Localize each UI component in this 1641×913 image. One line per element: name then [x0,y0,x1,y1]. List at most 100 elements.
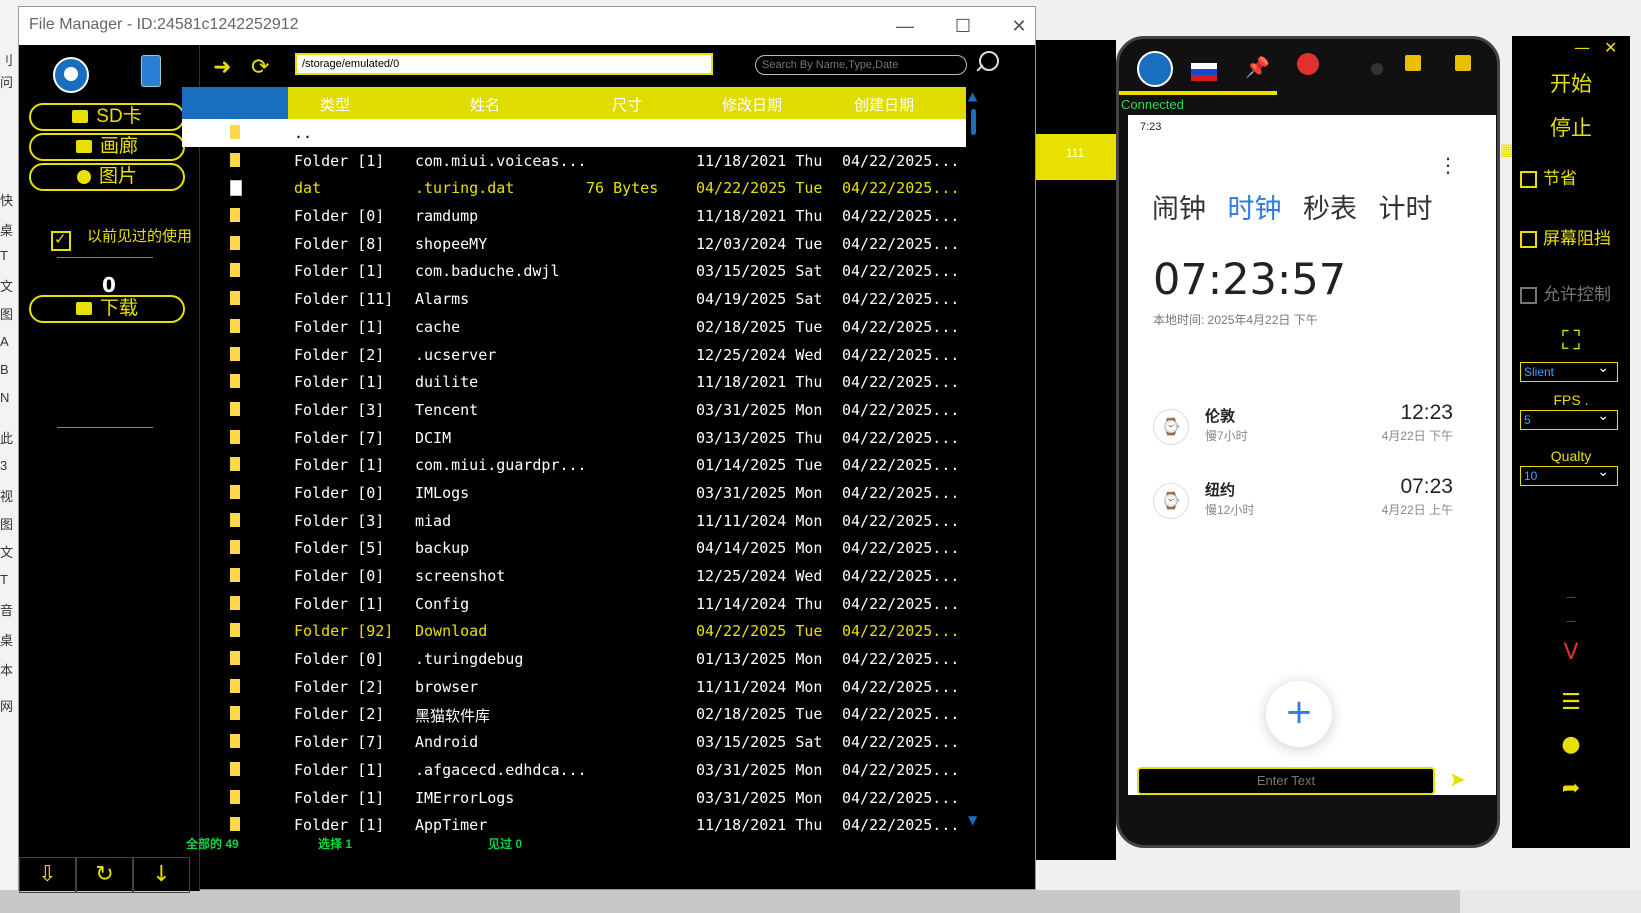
more-options-icon[interactable]: ⋮ [1438,153,1458,177]
cell-created: 04/22/2025... [842,317,960,336]
download-button[interactable]: 下载 [29,295,185,323]
back-icon[interactable]: ➜ [213,55,231,80]
title-bar[interactable]: File Manager - ID:24581c1242252912 — ☐ ✕ [19,7,1035,45]
phone-icon[interactable] [141,55,161,87]
file-row[interactable]: Folder [3] Tencent 03/31/2025 Mon 04/22/202… [182,396,966,424]
quality-select[interactable]: 10 [1520,463,1618,486]
screen-crop-icon[interactable]: ⛶ [1512,326,1630,357]
file-row[interactable]: Folder [1] com.baduche.dwjl 03/15/2025 Sat… [182,257,966,285]
minimize-icon[interactable]: — [1574,38,1590,57]
vip-icon[interactable]: V [1512,640,1630,665]
file-row[interactable]: Folder [1] duilite 11/18/2021 Thu 04/22/202… [182,368,966,396]
cell-name: .afgacecd.edhdca... [415,760,587,779]
tab-timer[interactable]: 计时 [1379,194,1433,224]
add-city-button[interactable]: + [1266,681,1332,747]
cell-created: 04/22/2025... [842,483,960,502]
file-row[interactable]: Folder [1] AppTimer 11/18/2021 Thu 04/22/20… [182,811,966,834]
file-row[interactable]: Folder [0] screenshot 12/25/2024 Wed 04/22/… [182,562,966,590]
cell-name: Download [415,622,488,641]
close-button[interactable]: ✕ [999,13,1039,39]
file-row[interactable]: dat .turing.dat 76 Bytes 04/22/2025 Tue 04/2… [182,174,966,202]
circle-icon[interactable]: ● [1512,732,1630,757]
bell-icon[interactable] [1297,53,1319,75]
file-row[interactable]: Folder [7] DCIM 03/13/2025 Thu 04/22/2025..… [182,424,966,452]
column-size[interactable]: 尺寸 [612,94,642,115]
folder-icon [230,568,240,582]
pictures-button[interactable]: 图片 [29,163,185,191]
file-row[interactable]: Folder [1] .afgacecd.edhdca... 03/31/2025 … [182,756,966,784]
search-icon[interactable] [979,51,999,71]
header-selected-cell[interactable] [182,87,288,119]
refresh-icon[interactable]: ↻ [76,857,133,893]
maximize-button[interactable]: ☐ [943,13,983,39]
unlock-icon[interactable] [1405,55,1421,71]
clock-face-icon: ⌚ [1153,409,1189,445]
taskbar-scrollbar[interactable] [0,890,1460,913]
file-row[interactable]: .. [182,119,966,147]
file-row[interactable]: Folder [2] .ucserver 12/25/2024 Wed 04/22/2… [182,341,966,369]
file-row[interactable]: Folder [2] 黑猫软件库 02/18/2025 Tue 04/22/2025.… [182,700,966,728]
menu-icon[interactable]: ☰ [1512,690,1630,715]
file-row[interactable]: Folder [0] ramdump 11/18/2021 Thu 04/22/202… [182,202,966,230]
phone-screen[interactable]: 7:23 ⋮ 闹钟 时钟 秒表 计时 07:23:57 本地时间: 2025年4… [1128,115,1496,795]
close-icon[interactable]: ✕ [1604,38,1617,57]
file-row[interactable]: Folder [7] Android 03/15/2025 Sat 04/22/202… [182,728,966,756]
tab-clock[interactable]: 时钟 [1228,194,1282,224]
enter-text-input[interactable]: Enter Text [1137,767,1435,795]
cell-name: AppTimer [415,816,488,834]
lock-icon[interactable] [1455,55,1471,71]
column-modified[interactable]: 修改日期 [722,94,782,115]
folder-icon [230,125,240,139]
arrow-down-icon[interactable]: ↓ [133,857,190,893]
allow-control-checkbox[interactable]: 允许控制 [1520,280,1611,305]
screen-block-checkbox[interactable]: 屏幕阻挡 [1520,224,1611,249]
file-row[interactable]: Folder [3] miad 11/11/2024 Mon 04/22/2025..… [182,507,966,535]
list-scrollbar[interactable]: ▲ ▼ [966,87,980,834]
file-list: .. Folder [1] com.miui.voiceas... 11/18/202… [182,119,966,834]
cell-type: Folder [1] [294,788,385,807]
reload-icon[interactable]: ⟳ [251,55,269,80]
tab-alarm[interactable]: 闹钟 [1152,194,1206,224]
tab-stopwatch[interactable]: 秒表 [1303,194,1357,224]
file-row[interactable]: Folder [92] Download 04/22/2025 Tue 04/22/2… [182,617,966,645]
minimize-button[interactable]: — [885,13,925,39]
bg-label: 音 [0,603,14,618]
column-type[interactable]: 类型 [320,94,350,115]
save-checkbox[interactable]: 节省 [1520,164,1577,189]
path-input[interactable]: /storage/emulated/0 [295,53,713,75]
clock-face-icon: ⌚ [1153,483,1189,519]
cell-name: miad [415,511,452,530]
file-row[interactable]: Folder [2] browser 11/11/2024 Mon 04/22/202… [182,673,966,701]
file-row[interactable]: Folder [0] .turingdebug 01/13/2025 Mon 04/2… [182,645,966,673]
seen-checkbox[interactable] [51,230,71,251]
send-icon[interactable]: ➤ [1449,767,1466,791]
russia-flag-icon[interactable] [1191,63,1217,81]
column-name[interactable]: 姓名 [470,94,500,115]
fps-select[interactable]: 5 [1520,407,1618,430]
file-row[interactable]: Folder [11] Alarms 04/19/2025 Sat 04/22/202… [182,285,966,313]
file-row[interactable]: Folder [1] com.miui.voiceas... 11/18/2021 … [182,147,966,175]
world-clock-new-york[interactable]: ⌚ 纽约 慢12小时 07:23 4月22日 上午 [1153,475,1453,519]
mode-select[interactable]: Slient [1520,359,1618,382]
file-row[interactable]: Folder [0] IMLogs 03/31/2025 Mon 04/22/2025… [182,479,966,507]
scroll-thumb[interactable] [971,109,976,135]
sd-card-button[interactable]: SD卡 [29,103,185,131]
column-created[interactable]: 创建日期 [854,94,914,115]
world-clock-london[interactable]: ⌚ 伦敦 慢7小时 12:23 4月22日 下午 [1153,401,1453,445]
file-row[interactable]: Folder [8] shopeeMY 12/03/2024 Tue 04/22/20… [182,230,966,258]
search-input[interactable]: Search By Name,Type,Date [755,55,967,75]
file-row[interactable]: Folder [1] Config 11/14/2024 Thu 04/22/2025… [182,590,966,618]
file-row[interactable]: Folder [5] backup 04/14/2025 Mon 04/22/2025… [182,534,966,562]
stop-button[interactable]: 停止 [1512,112,1630,142]
file-row[interactable]: Folder [1] cache 02/18/2025 Tue 04/22/2025.… [182,313,966,341]
record-icon[interactable] [1371,63,1383,75]
scroll-up-icon[interactable]: ▲ [968,89,977,103]
file-row[interactable]: Folder [1] com.miui.guardpr... 01/14/2025 … [182,451,966,479]
pin-icon[interactable]: 📌 [1245,55,1270,79]
start-button[interactable]: 开始 [1512,68,1630,98]
scroll-down-icon[interactable]: ▼ [968,813,977,827]
file-row[interactable]: Folder [1] IMErrorLogs 03/31/2025 Mon 04/22… [182,784,966,812]
share-icon[interactable]: ➦ [1512,776,1630,801]
gallery-button[interactable]: 画廊 [29,133,185,161]
import-icon[interactable]: ⇩ [19,857,76,893]
